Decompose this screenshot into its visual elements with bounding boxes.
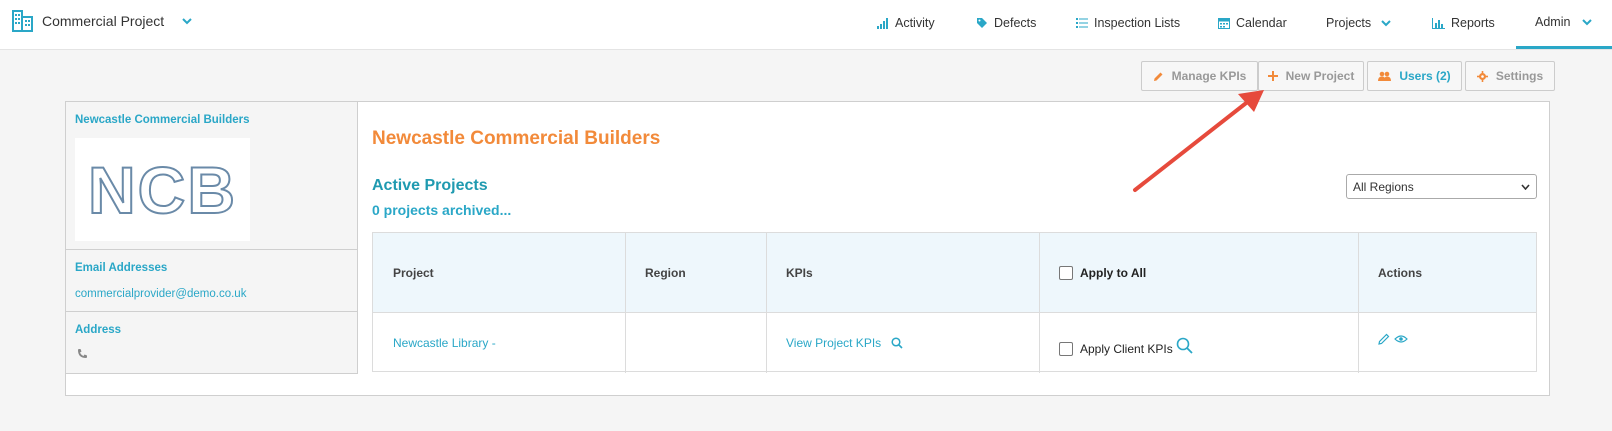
chevron-down-icon (1521, 183, 1530, 190)
view-project-kpis-label: View Project KPIs (786, 336, 882, 350)
header-actions: Actions (1378, 266, 1423, 280)
nav-reports[interactable]: Reports (1432, 16, 1495, 30)
nav-inspection-lists-label: Inspection Lists (1094, 16, 1181, 30)
edit-pencil-icon[interactable] (1378, 333, 1390, 345)
users-icon (1378, 71, 1392, 81)
list-icon (1076, 18, 1088, 28)
phone-icon (78, 349, 87, 358)
annotation-arrow (1133, 90, 1264, 192)
column-divider (766, 233, 767, 373)
header-kpis: KPIs (786, 266, 813, 280)
column-divider (1358, 233, 1359, 373)
settings-button[interactable]: Settings (1465, 61, 1555, 91)
activity-bars-icon (877, 17, 888, 29)
company-sidebar: Newcastle Commercial Builders NCB Email … (66, 102, 358, 374)
apply-client-kpis-checkbox[interactable] (1059, 342, 1073, 356)
email-link[interactable]: commercialprovider@demo.co.uk (75, 288, 246, 300)
nav-projects-label: Projects (1326, 16, 1372, 30)
top-navbar: Commercial Project Activity Defects Insp… (0, 0, 1612, 50)
plus-icon (1267, 71, 1278, 81)
users-button[interactable]: Users (2) (1367, 61, 1462, 91)
divider (66, 311, 358, 312)
project-selector[interactable]: Commercial Project (12, 10, 192, 32)
search-icon[interactable] (1176, 337, 1193, 354)
active-projects-heading: Active Projects (372, 177, 488, 194)
nav-defects[interactable]: Defects (976, 16, 1036, 30)
nav-activity[interactable]: Activity (877, 16, 935, 30)
archived-projects-link[interactable]: 0 projects archived... (372, 202, 511, 218)
bar-chart-icon (1432, 17, 1445, 29)
apply-client-kpis-label: Apply Client KPIs (1080, 342, 1173, 356)
settings-label: Settings (1495, 69, 1544, 83)
pencil-icon (1153, 72, 1163, 81)
view-project-kpis-link[interactable]: View Project KPIs (786, 336, 903, 350)
project-name-link[interactable]: Newcastle Library - (393, 336, 496, 350)
new-project-label: New Project (1285, 69, 1355, 83)
company-logo: NCB (75, 138, 250, 241)
users-label: Users (2) (1399, 69, 1451, 83)
active-nav-indicator (1516, 46, 1612, 49)
calendar-icon (1218, 18, 1230, 29)
region-filter-value: All Regions (1353, 179, 1414, 194)
email-label: Email Addresses (75, 262, 168, 274)
column-divider (1039, 233, 1040, 373)
nav-defects-label: Defects (994, 16, 1037, 30)
nav-calendar[interactable]: Calendar (1218, 16, 1287, 30)
tag-icon (977, 18, 987, 28)
gear-icon (1476, 70, 1488, 82)
nav-projects[interactable]: Projects (1326, 16, 1391, 30)
header-project: Project (393, 266, 434, 280)
building-icon (12, 10, 33, 32)
sidebar-company-name: Newcastle Commercial Builders (75, 114, 250, 126)
manage-kpis-label: Manage KPIs (1171, 69, 1247, 83)
nav-admin-label: Admin (1535, 15, 1571, 29)
new-project-button[interactable]: New Project (1258, 61, 1364, 91)
region-filter-select[interactable]: All Regions (1346, 174, 1537, 199)
project-name: Commercial Project (42, 13, 165, 29)
nav-inspection-lists[interactable]: Inspection Lists (1076, 16, 1180, 30)
manage-kpis-button[interactable]: Manage KPIs (1141, 61, 1258, 91)
search-icon (891, 337, 903, 349)
chevron-down-icon (1582, 19, 1593, 26)
logo-text: NCB (87, 152, 237, 228)
apply-to-all-checkbox[interactable] (1059, 266, 1073, 280)
header-apply-to-all: Apply to All (1080, 266, 1147, 280)
company-title: Newcastle Commercial Builders (372, 128, 661, 149)
company-panel: Newcastle Commercial Builders NCB Email … (65, 101, 1550, 396)
chevron-down-icon (182, 18, 192, 25)
divider (66, 249, 358, 250)
nav-activity-label: Activity (895, 16, 935, 30)
nav-calendar-label: Calendar (1236, 16, 1287, 30)
address-label: Address (75, 324, 122, 336)
column-divider (625, 233, 626, 373)
projects-table: Project Region KPIs Apply to All Actions… (372, 232, 1537, 373)
nav-admin[interactable]: Admin (1535, 15, 1593, 29)
chevron-down-icon (1381, 20, 1391, 27)
view-eye-icon[interactable] (1394, 334, 1408, 344)
table-header-row (373, 233, 1536, 313)
header-region: Region (645, 266, 686, 280)
nav-reports-label: Reports (1451, 16, 1495, 30)
